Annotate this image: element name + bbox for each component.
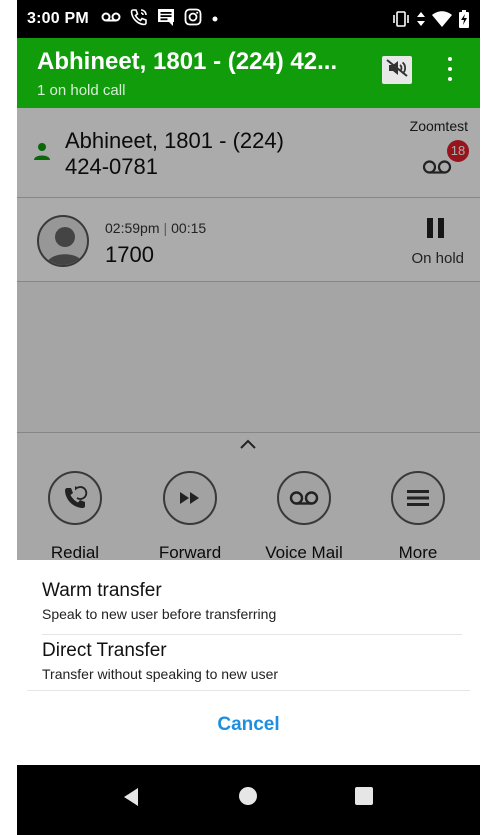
- navigation-bar: [17, 765, 480, 835]
- app-bar: Abhineet, 1801 - (224) 42... 1 on hold c…: [17, 38, 480, 108]
- app-bar-title: Abhineet, 1801 - (224) 42...: [37, 48, 338, 75]
- direct-transfer-option[interactable]: Direct Transfer Transfer without speakin…: [42, 640, 462, 682]
- status-bar: 3:00 PM: [17, 0, 480, 38]
- direct-transfer-description: Transfer without speaking to new user: [42, 666, 279, 682]
- direct-transfer-title: Direct Transfer: [42, 640, 167, 661]
- phone-screen: 3:00 PM Abhineet, 1801 - (224) 42... 1 o…: [17, 0, 480, 835]
- home-icon[interactable]: [239, 787, 257, 805]
- mute-button[interactable]: [382, 56, 412, 84]
- divider: [42, 634, 462, 635]
- dot-icon: [211, 10, 219, 28]
- divider: [27, 690, 470, 691]
- battery-charging-icon: [458, 10, 470, 33]
- cancel-button[interactable]: Cancel: [17, 714, 480, 736]
- overflow-menu-icon[interactable]: [442, 54, 458, 84]
- back-icon[interactable]: [122, 787, 140, 812]
- scrim-overlay[interactable]: [17, 108, 480, 560]
- warm-transfer-option[interactable]: Warm transfer Speak to new user before t…: [42, 580, 462, 622]
- warm-transfer-description: Speak to new user before transferring: [42, 606, 277, 622]
- status-time: 3:00 PM: [27, 10, 89, 27]
- instagram-icon: [184, 8, 202, 31]
- app-bar-subtitle: 1 on hold call: [37, 82, 126, 99]
- left-margin: [0, 0, 17, 835]
- message-icon: [157, 8, 175, 31]
- recents-icon[interactable]: [355, 787, 373, 805]
- wifi-icon: [432, 11, 452, 32]
- transfer-bottom-sheet: Warm transfer Speak to new user before t…: [17, 560, 480, 765]
- warm-transfer-title: Warm transfer: [42, 580, 162, 601]
- vibrate-icon: [392, 11, 410, 32]
- voicemail-icon: [101, 10, 121, 28]
- phone-call-icon: [130, 8, 148, 31]
- data-arrows-icon: [416, 11, 426, 32]
- speaker-mute-icon: [385, 58, 409, 83]
